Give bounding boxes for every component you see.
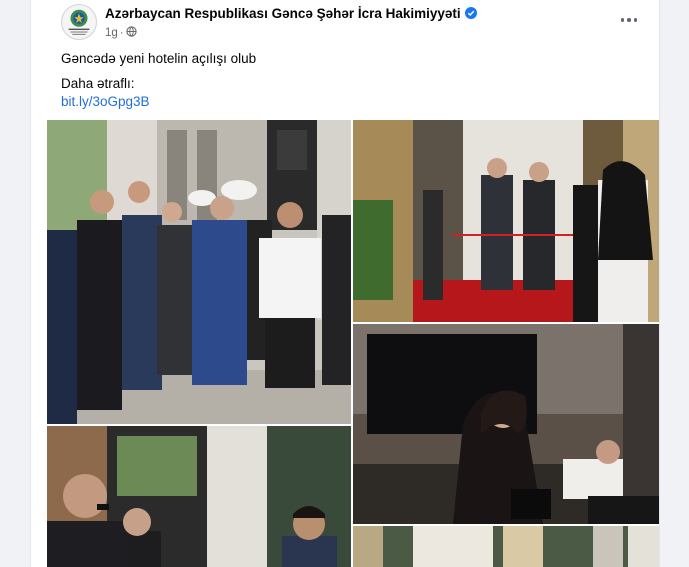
photo-hotel-interior[interactable] xyxy=(353,526,659,567)
more-options-icon[interactable] xyxy=(617,10,641,30)
page-name-row: Azərbaycan Respublikası Gəncə Şəhər İcra… xyxy=(105,6,477,21)
post-text: Gəncədə yeni hotelin açılışı olub xyxy=(61,51,257,66)
post-more-label: Daha ətraflı: xyxy=(61,76,135,91)
emblem-icon xyxy=(68,9,90,35)
facebook-post: Azərbaycan Respublikası Gəncə Şəhər İcra… xyxy=(30,0,660,567)
verified-badge-icon xyxy=(464,7,477,19)
globe-icon xyxy=(126,26,137,37)
photo-singer-performance[interactable] xyxy=(353,324,659,524)
post-timestamp[interactable]: 1g xyxy=(105,27,118,39)
photo-speaker-microphone[interactable] xyxy=(47,426,351,567)
photo-group-outside-hotel[interactable] xyxy=(47,120,351,424)
post-meta: 1g · xyxy=(105,26,137,39)
photo-grid xyxy=(47,120,659,567)
page-avatar[interactable] xyxy=(61,4,97,40)
post-link[interactable]: bit.ly/3oGpg3B xyxy=(61,94,150,109)
page-name[interactable]: Azərbaycan Respublikası Gəncə Şəhər İcra… xyxy=(105,6,461,21)
photo-ribbon-cutting[interactable] xyxy=(353,120,659,322)
